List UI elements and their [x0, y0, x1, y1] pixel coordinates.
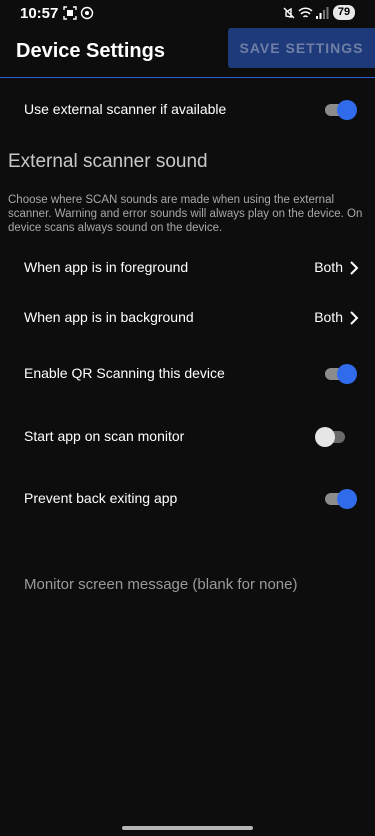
page-title: Device Settings — [16, 40, 165, 62]
foreground-value: Both — [314, 259, 343, 275]
foreground-sound-row[interactable]: When app is in foreground Both — [0, 248, 375, 288]
screenshot-icon — [63, 6, 77, 20]
background-label: When app is in background — [24, 309, 194, 325]
external-scanner-row[interactable]: Use external scanner if available — [0, 90, 375, 130]
home-indicator[interactable] — [122, 826, 253, 830]
qr-scanning-row[interactable]: Enable QR Scanning this device — [0, 354, 375, 394]
save-settings-button[interactable]: SAVE SETTINGS — [228, 28, 375, 68]
external-scanner-toggle[interactable] — [323, 100, 357, 120]
scan-monitor-label: Start app on scan monitor — [24, 428, 185, 444]
background-value: Both — [314, 309, 343, 325]
battery-indicator: 79 — [333, 5, 355, 20]
prevent-back-toggle[interactable] — [323, 489, 357, 509]
chevron-right-icon — [350, 261, 359, 275]
section-title: External scanner sound — [8, 151, 208, 172]
chevron-right-icon — [350, 311, 359, 325]
qr-scanning-toggle[interactable] — [323, 364, 357, 384]
app-header: Device Settings SAVE SETTINGS — [0, 26, 375, 78]
hotspot-icon — [80, 6, 94, 20]
qr-scanning-label: Enable QR Scanning this device — [24, 365, 225, 381]
external-scanner-label: Use external scanner if available — [24, 101, 227, 117]
toggle-thumb — [337, 100, 357, 120]
monitor-message-input[interactable]: Monitor screen message (blank for none) — [24, 576, 297, 593]
prevent-back-row[interactable]: Prevent back exiting app — [0, 479, 375, 519]
toggle-thumb — [337, 364, 357, 384]
toggle-thumb — [315, 427, 335, 447]
header-divider — [0, 77, 375, 78]
mute-icon — [283, 7, 295, 19]
prevent-back-label: Prevent back exiting app — [24, 490, 178, 506]
scan-monitor-toggle[interactable] — [315, 427, 349, 447]
status-bar: 10:57 79 — [0, 0, 375, 26]
background-sound-row[interactable]: When app is in background Both — [0, 298, 375, 338]
signal-icon — [316, 7, 329, 19]
foreground-label: When app is in foreground — [24, 259, 189, 275]
wifi-icon — [298, 7, 313, 18]
section-description: Choose where SCAN sounds are made when u… — [8, 194, 363, 234]
toggle-thumb — [337, 489, 357, 509]
status-time: 10:57 — [20, 5, 59, 22]
scan-monitor-row[interactable]: Start app on scan monitor — [0, 417, 375, 457]
